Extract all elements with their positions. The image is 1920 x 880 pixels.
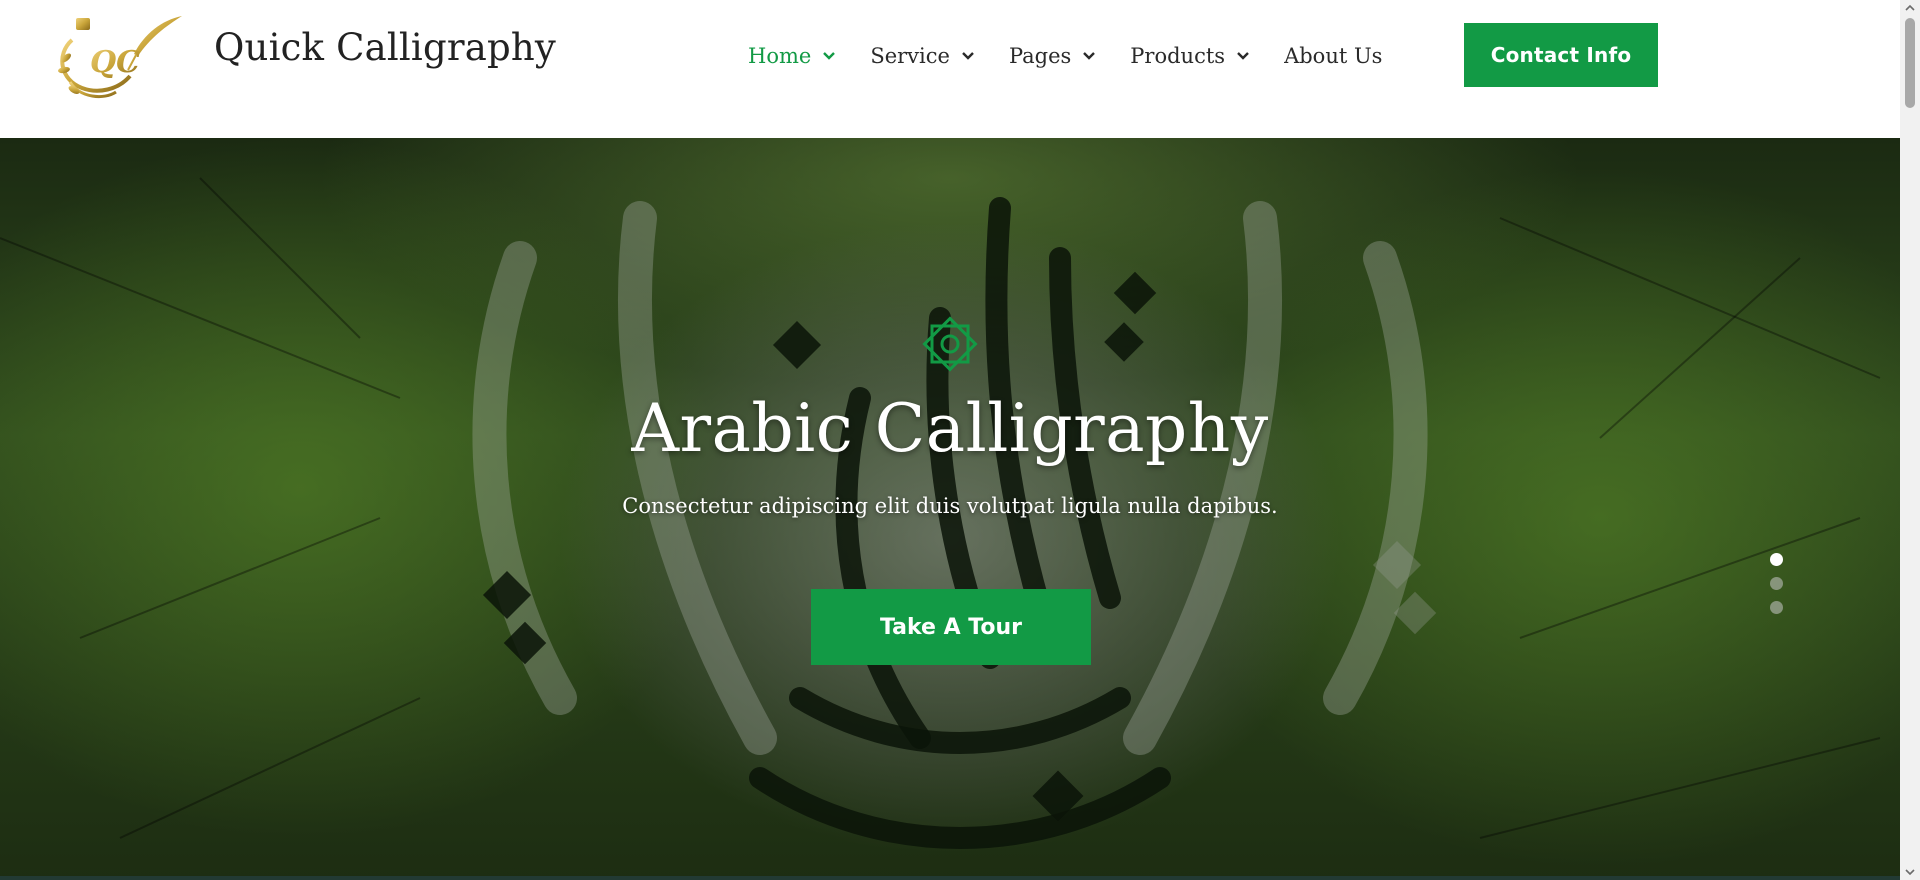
chevron-down-icon (822, 51, 836, 61)
scrollbar[interactable] (1900, 0, 1920, 880)
nav-item-label: Pages (1008, 44, 1072, 68)
nav-item-products[interactable]: Products (1130, 44, 1250, 68)
nav-item-label: About Us (1284, 44, 1383, 68)
nav-item-label: Service (870, 44, 950, 68)
main-nav: Home Service Pages Products About Us (748, 40, 1416, 72)
logo-text: QC (90, 45, 140, 80)
chevron-down-icon (1236, 51, 1250, 61)
nav-item-home[interactable]: Home (748, 44, 836, 68)
contact-info-button[interactable]: Contact Info (1464, 23, 1658, 87)
brand-name[interactable]: Quick Calligraphy (214, 26, 556, 69)
star-ornament-icon (918, 312, 982, 376)
nav-item-pages[interactable]: Pages (1009, 44, 1096, 68)
scroll-up-arrow-icon[interactable] (1900, 0, 1920, 16)
site-header: QC Quick Calligraphy Home Service Pages … (0, 0, 1900, 138)
chevron-down-icon (961, 51, 975, 61)
hero-slider: Arabic Calligraphy Consectetur adipiscin… (0, 138, 1900, 880)
slide-dot-1[interactable] (1770, 553, 1783, 566)
scrollbar-thumb[interactable] (1905, 18, 1915, 108)
nav-item-label: Home (748, 44, 812, 68)
take-a-tour-button[interactable]: Take A Tour (811, 589, 1091, 665)
slide-dot-2[interactable] (1770, 577, 1783, 590)
nav-item-service[interactable]: Service (870, 44, 975, 68)
chevron-down-icon (1082, 51, 1096, 61)
hero-subtitle: Consectetur adipiscing elit duis volutpa… (622, 494, 1278, 518)
slider-pagination (1770, 553, 1784, 625)
logo[interactable]: QC (52, 10, 186, 102)
hero-title: Arabic Calligraphy (631, 390, 1269, 467)
nav-item-label: Products (1130, 44, 1226, 68)
page-bottom-edge (0, 876, 1900, 880)
nav-item-about-us[interactable]: About Us (1284, 44, 1382, 68)
slide-dot-3[interactable] (1770, 601, 1783, 614)
scroll-down-arrow-icon[interactable] (1900, 864, 1920, 880)
